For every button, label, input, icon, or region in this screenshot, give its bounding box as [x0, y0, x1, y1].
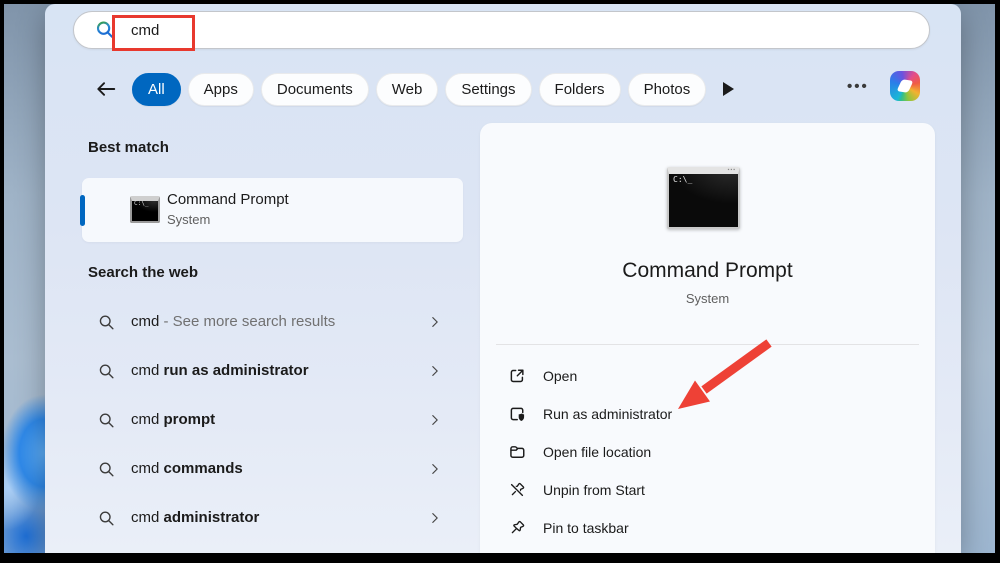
tab-all[interactable]: All [132, 72, 181, 106]
command-prompt-icon: C:\_ [130, 196, 160, 223]
search-input[interactable]: cmd [73, 11, 930, 49]
folder-icon [510, 446, 525, 459]
suggestion-query: cmd [131, 509, 164, 526]
suggestion-query: cmd [131, 411, 164, 428]
suggestion-suffix: prompt [163, 411, 216, 428]
more-options-icon[interactable]: ••• [847, 78, 869, 95]
chevron-right-icon [432, 415, 438, 425]
search-icon [99, 364, 114, 379]
suggestion-row[interactable]: cmd commands [45, 445, 475, 494]
search-icon [99, 315, 114, 330]
search-icon [99, 511, 114, 526]
windows-search-flyout: cmd All Apps Documents Web Settings Fold… [45, 4, 961, 553]
action-open-file-location[interactable]: Open file location [480, 433, 935, 471]
back-button[interactable] [93, 76, 119, 102]
action-label: Unpin from Start [543, 482, 645, 498]
unpin-icon [509, 482, 525, 498]
open-icon [510, 369, 524, 383]
suggestion-suffix: commands [163, 460, 243, 477]
result-details-pane: ▪▪▪ C:\_ Command Prompt System Open Run … [480, 123, 935, 553]
tab-photos[interactable]: Photos [627, 72, 707, 106]
search-icon [99, 462, 114, 477]
back-arrow-icon [97, 82, 116, 96]
suggestion-row[interactable]: cmd prompt [45, 396, 475, 445]
details-subtitle: System [685, 291, 730, 306]
tab-documents[interactable]: Documents [260, 72, 369, 106]
chevron-right-icon [432, 513, 438, 523]
details-title: Command Prompt [622, 259, 793, 282]
action-run-as-administrator[interactable]: Run as administrator [480, 395, 935, 433]
action-list: Open Run as administrator Open file loca… [480, 357, 935, 547]
action-open[interactable]: Open [480, 357, 935, 395]
wallpaper-bloom [4, 378, 46, 553]
suggestion-query: cmd [131, 313, 160, 330]
command-prompt-icon-large: ▪▪▪ C:\_ [667, 167, 740, 229]
search-icon [99, 413, 114, 428]
copilot-icon[interactable] [890, 71, 920, 101]
suggestion-row[interactable]: cmd run as administrator [45, 347, 475, 396]
tab-web[interactable]: Web [375, 72, 439, 106]
tab-apps[interactable]: Apps [187, 72, 254, 106]
filter-tabs: All Apps Documents Web Settings Folders … [132, 72, 707, 106]
selection-accent-bar [80, 195, 85, 226]
search-filter-bar: All Apps Documents Web Settings Folders … [45, 71, 961, 106]
chevron-right-icon [432, 317, 438, 327]
suggestion-query: cmd [131, 362, 164, 379]
best-match-result[interactable]: C:\_ Command Prompt System [80, 178, 463, 242]
best-match-heading: Best match [88, 139, 169, 156]
web-section-heading: Search the web [88, 264, 199, 281]
web-suggestions-list: cmd - See more search results cmd run as… [45, 298, 475, 543]
action-label: Run as administrator [543, 406, 673, 422]
suggestion-suffix: - See more search results [159, 313, 336, 330]
suggestion-query: cmd [131, 460, 164, 477]
run-as-administrator-icon [510, 407, 525, 421]
tabs-overflow-icon[interactable] [723, 82, 734, 96]
action-label: Pin to taskbar [543, 520, 629, 536]
action-unpin-from-start[interactable]: Unpin from Start [480, 471, 935, 509]
suggestion-row[interactable]: cmd administrator [45, 494, 475, 543]
chevron-right-icon [432, 464, 438, 474]
action-pin-to-taskbar[interactable]: Pin to taskbar [480, 509, 935, 547]
pin-icon [511, 520, 525, 534]
suggestion-suffix: run as administrator [163, 362, 309, 379]
best-match-subtitle: System [167, 212, 211, 227]
tab-settings[interactable]: Settings [445, 72, 532, 106]
divider [496, 344, 919, 345]
action-label: Open file location [543, 444, 652, 460]
annotation-highlight-box [112, 15, 195, 51]
suggestion-row[interactable]: cmd - See more search results [45, 298, 475, 347]
tab-folders[interactable]: Folders [538, 72, 621, 106]
suggestion-suffix: administrator [163, 509, 260, 526]
best-match-title: Command Prompt [167, 191, 289, 208]
chevron-right-icon [432, 366, 438, 376]
action-label: Open [543, 368, 578, 384]
